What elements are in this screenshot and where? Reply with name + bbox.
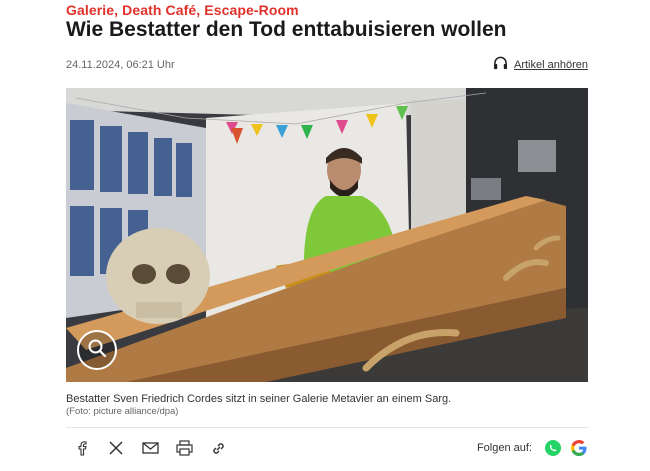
listen-label: Artikel anhören — [514, 59, 588, 71]
article-meta: 24.11.2024, 06:21 Uhr Artikel anhören — [66, 56, 588, 75]
zoom-image-button[interactable] — [77, 330, 117, 370]
article-kicker: Galerie, Death Café, Escape-Room — [66, 2, 299, 18]
print-icon[interactable] — [174, 438, 194, 458]
photo-illustration — [66, 88, 588, 382]
facebook-icon[interactable] — [72, 438, 92, 458]
publish-date: 24.11.2024, 06:21 Uhr — [66, 59, 175, 71]
divider — [66, 427, 588, 428]
image-caption: Bestatter Sven Friedrich Cordes sitzt in… — [66, 393, 452, 405]
follow-label: Folgen auf: — [476, 442, 532, 454]
x-icon[interactable] — [106, 438, 126, 458]
listen-article-button[interactable]: Artikel anhören — [493, 56, 588, 75]
image-credit: (Foto: picture alliance/dpa) — [66, 406, 179, 417]
link-icon[interactable] — [208, 438, 228, 458]
mail-icon[interactable] — [140, 438, 160, 458]
follow-section: Folgen auf: — [477, 439, 588, 457]
headphones-icon — [493, 56, 508, 75]
magnifier-icon — [87, 338, 107, 363]
whatsapp-icon[interactable] — [544, 439, 562, 457]
share-icons — [66, 438, 228, 458]
article-headline: Wie Bestatter den Tod enttabuisieren wol… — [66, 18, 507, 41]
google-icon[interactable] — [570, 439, 588, 457]
article-photo[interactable] — [66, 88, 588, 382]
share-bar: Folgen auf: — [66, 434, 588, 462]
